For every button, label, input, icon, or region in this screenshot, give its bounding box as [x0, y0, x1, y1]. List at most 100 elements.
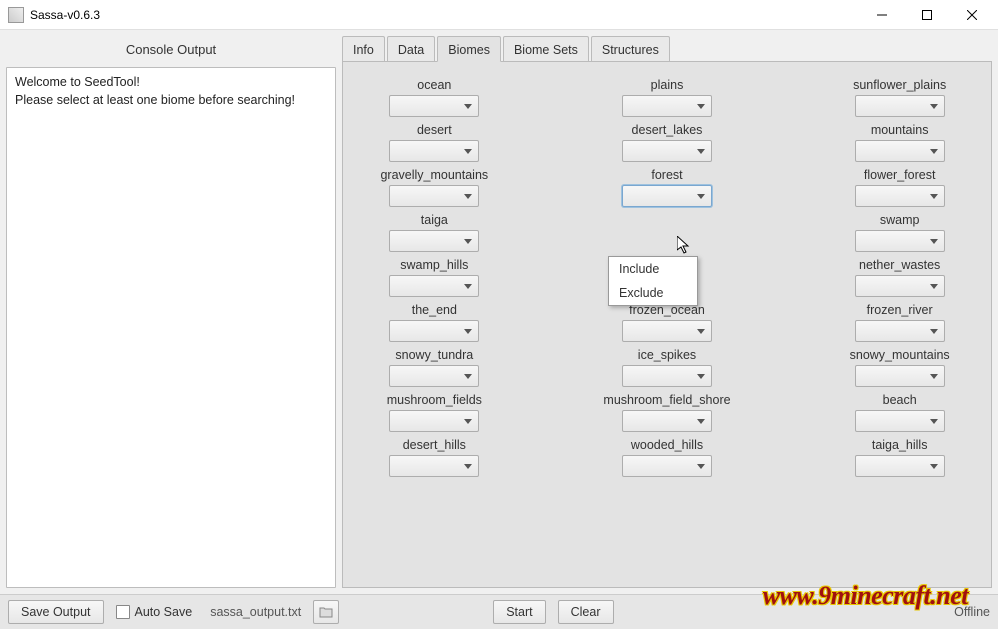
biome-label: ice_spikes: [638, 348, 696, 362]
biome-cell: forest: [596, 168, 739, 207]
biome-label: mountains: [871, 123, 929, 137]
biome-select-mushroom_field_shore[interactable]: [622, 410, 712, 432]
biome-select-ice_spikes[interactable]: [622, 365, 712, 387]
console-panel: Console Output Welcome to SeedTool! Plea…: [6, 36, 336, 588]
chevron-down-icon: [930, 239, 938, 244]
chevron-down-icon: [930, 464, 938, 469]
biome-select-snowy_mountains[interactable]: [855, 365, 945, 387]
autosave-checkbox-wrap[interactable]: Auto Save: [116, 605, 193, 619]
biome-label: swamp_hills: [400, 258, 468, 272]
output-filename: sassa_output.txt: [210, 605, 301, 619]
biome-label: mushroom_field_shore: [603, 393, 730, 407]
biome-label: nether_wastes: [859, 258, 940, 272]
chevron-down-icon: [930, 194, 938, 199]
chevron-down-icon: [930, 374, 938, 379]
biome-select-nether_wastes[interactable]: [855, 275, 945, 297]
biome-cell: snowy_tundra: [363, 348, 506, 387]
biome-cell: frozen_river: [828, 303, 971, 342]
window-title: Sassa-v0.6.3: [30, 8, 859, 22]
chevron-down-icon: [697, 194, 705, 199]
biome-select-taiga[interactable]: [389, 230, 479, 252]
biome-label: desert_lakes: [632, 123, 703, 137]
biome-select-swamp[interactable]: [855, 230, 945, 252]
tab-biome-sets[interactable]: Biome Sets: [503, 36, 589, 62]
dropdown-option-include[interactable]: Include: [609, 257, 697, 281]
biome-select-plains[interactable]: [622, 95, 712, 117]
biome-select-mushroom_fields[interactable]: [389, 410, 479, 432]
biome-label: beach: [883, 393, 917, 407]
tab-data[interactable]: Data: [387, 36, 435, 62]
browse-folder-button[interactable]: [313, 600, 339, 624]
chevron-down-icon: [464, 374, 472, 379]
biome-label: frozen_river: [867, 303, 933, 317]
console-line: Welcome to SeedTool!: [15, 74, 327, 92]
biome-select-frozen_ocean[interactable]: [622, 320, 712, 342]
biome-select-the_end[interactable]: [389, 320, 479, 342]
chevron-down-icon: [464, 149, 472, 154]
biome-cell: taiga_hills: [828, 438, 971, 477]
biome-select-mountains[interactable]: [855, 140, 945, 162]
chevron-down-icon: [930, 149, 938, 154]
chevron-down-icon: [697, 374, 705, 379]
biome-cell: ocean: [363, 78, 506, 117]
biome-select-desert_lakes[interactable]: [622, 140, 712, 162]
biome-cell: plains: [596, 78, 739, 117]
titlebar: Sassa-v0.6.3: [0, 0, 998, 30]
biome-select-snowy_tundra[interactable]: [389, 365, 479, 387]
biome-cell: wooded_hills: [596, 438, 739, 477]
chevron-down-icon: [930, 419, 938, 424]
biome-select-sunflower_plains[interactable]: [855, 95, 945, 117]
autosave-checkbox[interactable]: [116, 605, 130, 619]
biome-cell: taiga: [363, 213, 506, 252]
window-minimize-button[interactable]: [859, 0, 904, 29]
biome-select-wooded_hills[interactable]: [622, 455, 712, 477]
biome-cell: swamp_hills: [363, 258, 506, 297]
biome-select-forest[interactable]: [622, 185, 712, 207]
biome-cell: mushroom_fields: [363, 393, 506, 432]
main-panel: InfoDataBiomesBiome SetsStructures ocean…: [342, 36, 992, 588]
dropdown-option-exclude[interactable]: Exclude: [609, 281, 697, 305]
biome-cell: desert_lakes: [596, 123, 739, 162]
window-maximize-button[interactable]: [904, 0, 949, 29]
tab-info[interactable]: Info: [342, 36, 385, 62]
biome-cell: beach: [828, 393, 971, 432]
autosave-label: Auto Save: [135, 605, 193, 619]
biome-select-desert[interactable]: [389, 140, 479, 162]
tab-bar: InfoDataBiomesBiome SetsStructures: [342, 36, 992, 62]
save-output-button[interactable]: Save Output: [8, 600, 104, 624]
chevron-down-icon: [464, 104, 472, 109]
biome-cell: frozen_ocean: [596, 303, 739, 342]
biome-select-desert_hills[interactable]: [389, 455, 479, 477]
biome-label: the_end: [412, 303, 457, 317]
biome-select-beach[interactable]: [855, 410, 945, 432]
window-close-button[interactable]: [949, 0, 994, 29]
start-button[interactable]: Start: [493, 600, 545, 624]
biome-select-taiga_hills[interactable]: [855, 455, 945, 477]
clear-button[interactable]: Clear: [558, 600, 614, 624]
biome-select-gravelly_mountains[interactable]: [389, 185, 479, 207]
biome-cell: ice_spikes: [596, 348, 739, 387]
chevron-down-icon: [697, 104, 705, 109]
biome-cell: sunflower_plains: [828, 78, 971, 117]
app-icon: [8, 7, 24, 23]
console-header: Console Output: [6, 36, 336, 67]
folder-icon: [319, 606, 333, 618]
biome-select-frozen_river[interactable]: [855, 320, 945, 342]
biome-select-swamp_hills[interactable]: [389, 275, 479, 297]
chevron-down-icon: [697, 329, 705, 334]
dropdown-menu: Include Exclude: [608, 256, 698, 306]
biome-label: flower_forest: [864, 168, 936, 182]
biome-label: sunflower_plains: [853, 78, 946, 92]
tab-biomes[interactable]: Biomes: [437, 36, 501, 62]
biome-label: wooded_hills: [631, 438, 703, 452]
tab-content-biomes: ocean plains sunflower_plainsdesert desert_…: [342, 61, 992, 588]
biome-cell: gravelly_mountains: [363, 168, 506, 207]
biome-label: desert: [417, 123, 452, 137]
status-text: Offline: [954, 605, 990, 619]
biome-cell: the_end: [363, 303, 506, 342]
biome-select-ocean[interactable]: [389, 95, 479, 117]
tab-structures[interactable]: Structures: [591, 36, 670, 62]
biome-select-flower_forest[interactable]: [855, 185, 945, 207]
biome-cell: mountains: [828, 123, 971, 162]
biome-label: taiga: [421, 213, 448, 227]
